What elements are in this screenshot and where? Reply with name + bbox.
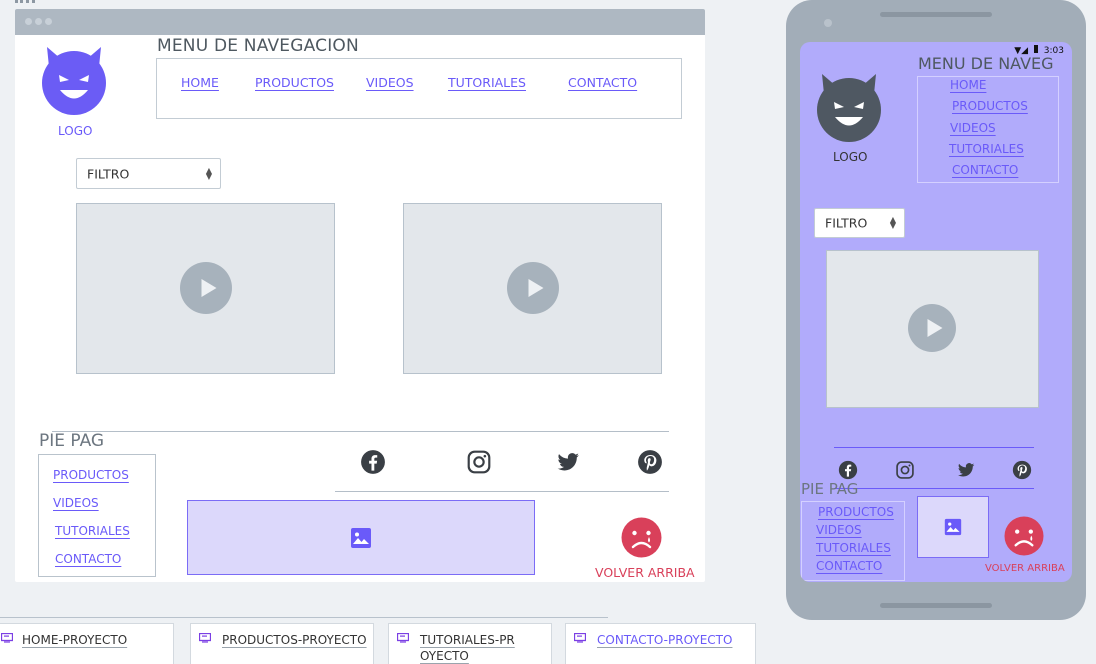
nav-tutoriales-link[interactable]: TUTORIALES — [949, 142, 1024, 156]
logo-label: LOGO — [58, 124, 93, 138]
facebook-icon[interactable] — [838, 460, 858, 480]
nav-contacto-link[interactable]: CONTACTO — [952, 163, 1018, 177]
twitter-icon[interactable] — [555, 449, 581, 475]
footer-productos-link[interactable]: PRODUCTOS — [818, 505, 894, 519]
tabs-divider — [0, 617, 608, 618]
battery-icon — [1033, 45, 1038, 53]
sad-face-icon[interactable] — [1004, 516, 1044, 556]
nav-videos-link[interactable]: VIDEOS — [950, 121, 996, 135]
play-icon[interactable] — [908, 304, 956, 352]
nav-productos-link[interactable]: PRODUCTOS — [952, 99, 1028, 113]
window-dot — [25, 18, 32, 25]
nav-tutoriales-link[interactable]: TUTORIALES — [448, 75, 526, 90]
screen-icon — [397, 633, 409, 643]
window-dot — [35, 18, 42, 25]
sad-face-icon[interactable] — [621, 517, 662, 558]
footer-title: PIE PAG — [801, 480, 859, 498]
instagram-icon[interactable] — [895, 460, 915, 480]
image-placeholder[interactable] — [917, 496, 989, 558]
footer-videos-link[interactable]: VIDEOS — [816, 523, 862, 537]
back-to-top-link[interactable]: VOLVER ARRIBA — [595, 565, 695, 580]
screen-icon — [199, 633, 211, 643]
play-icon[interactable] — [180, 262, 232, 314]
window-titlebar — [15, 9, 705, 35]
nav-home-link[interactable]: HOME — [181, 75, 219, 90]
filter-select[interactable]: FILTRO ▲ ▼ — [76, 158, 221, 189]
footer-divider — [834, 447, 1034, 448]
tab-label: PRODUCTOS-PROYECTO — [222, 633, 367, 647]
desktop-frame: LOGO MENU DE NAVEGACION HOME PRODUCTOS V… — [15, 9, 705, 582]
tab-label: TUTORIALES-PROYECTO — [420, 633, 515, 663]
footer-productos-link[interactable]: PRODUCTOS — [53, 468, 129, 482]
social-divider — [834, 488, 1034, 489]
devil-logo-icon[interactable] — [816, 72, 882, 144]
footer-links: PRODUCTOS VIDEOS TUTORIALES CONTACTO — [801, 501, 905, 581]
image-placeholder[interactable] — [187, 500, 535, 575]
footer-contacto-link[interactable]: CONTACTO — [816, 559, 882, 573]
corner-marker — [15, 0, 35, 6]
nav-contacto-link[interactable]: CONTACTO — [568, 75, 637, 90]
phone-home-bar — [880, 603, 992, 608]
pinterest-icon[interactable] — [637, 449, 663, 475]
screen-icon — [574, 633, 586, 643]
nav-menu: HOME PRODUCTOS VIDEOS TUTORIALES CONTACT… — [156, 58, 682, 119]
nav-videos-link[interactable]: VIDEOS — [366, 75, 414, 90]
play-icon[interactable] — [507, 262, 559, 314]
nav-title: MENU DE NAVEGACION — [157, 36, 359, 56]
image-icon — [351, 528, 371, 548]
window-dot — [45, 18, 52, 25]
nav-productos-link[interactable]: PRODUCTOS — [255, 75, 334, 90]
filter-select-value: FILTRO — [87, 166, 130, 181]
video-player[interactable] — [826, 250, 1039, 408]
phone-screen: ▼◢ 3:03 LOGO MENU DE NAVEG HOME PRODUCTO… — [800, 42, 1072, 582]
image-icon — [944, 518, 962, 536]
phone-frame: ▼◢ 3:03 LOGO MENU DE NAVEG HOME PRODUCTO… — [786, 0, 1086, 620]
phone-speaker — [880, 12, 992, 17]
pinterest-icon[interactable] — [1012, 460, 1032, 480]
nav-menu: HOME PRODUCTOS VIDEOS TUTORIALES CONTACT… — [917, 76, 1059, 183]
footer-contacto-link[interactable]: CONTACTO — [55, 552, 121, 566]
twitter-icon[interactable] — [956, 460, 976, 480]
footer-tutoriales-link[interactable]: TUTORIALES — [816, 541, 891, 555]
instagram-icon[interactable] — [466, 449, 492, 475]
video-player[interactable] — [76, 203, 335, 374]
back-to-top-link[interactable]: VOLVER ARRIBA — [985, 563, 1065, 574]
footer-links: PRODUCTOS VIDEOS TUTORIALES CONTACTO — [38, 454, 156, 577]
select-arrows-icon: ▲ ▼ — [205, 165, 212, 181]
screen-icon — [1, 633, 13, 643]
select-arrows-icon: ▲ ▼ — [889, 215, 896, 230]
filter-select[interactable]: FILTRO ▲ ▼ — [814, 208, 905, 238]
tab-label: HOME-PROYECTO — [22, 633, 128, 647]
devil-logo-icon[interactable] — [41, 45, 107, 117]
social-divider — [335, 491, 669, 492]
footer-divider — [52, 431, 669, 432]
logo-label: LOGO — [833, 150, 868, 164]
facebook-icon[interactable] — [360, 449, 386, 475]
nav-title: MENU DE NAVEG — [918, 54, 1054, 73]
footer-videos-link[interactable]: VIDEOS — [53, 496, 99, 510]
footer-title: PIE PAG — [39, 431, 105, 451]
nav-home-link[interactable]: HOME — [950, 78, 986, 92]
video-player[interactable] — [403, 203, 662, 374]
tab-label: CONTACTO-PROYECTO — [597, 633, 733, 647]
footer-tutoriales-link[interactable]: TUTORIALES — [55, 524, 130, 538]
filter-select-value: FILTRO — [825, 215, 868, 231]
phone-camera — [824, 19, 832, 27]
